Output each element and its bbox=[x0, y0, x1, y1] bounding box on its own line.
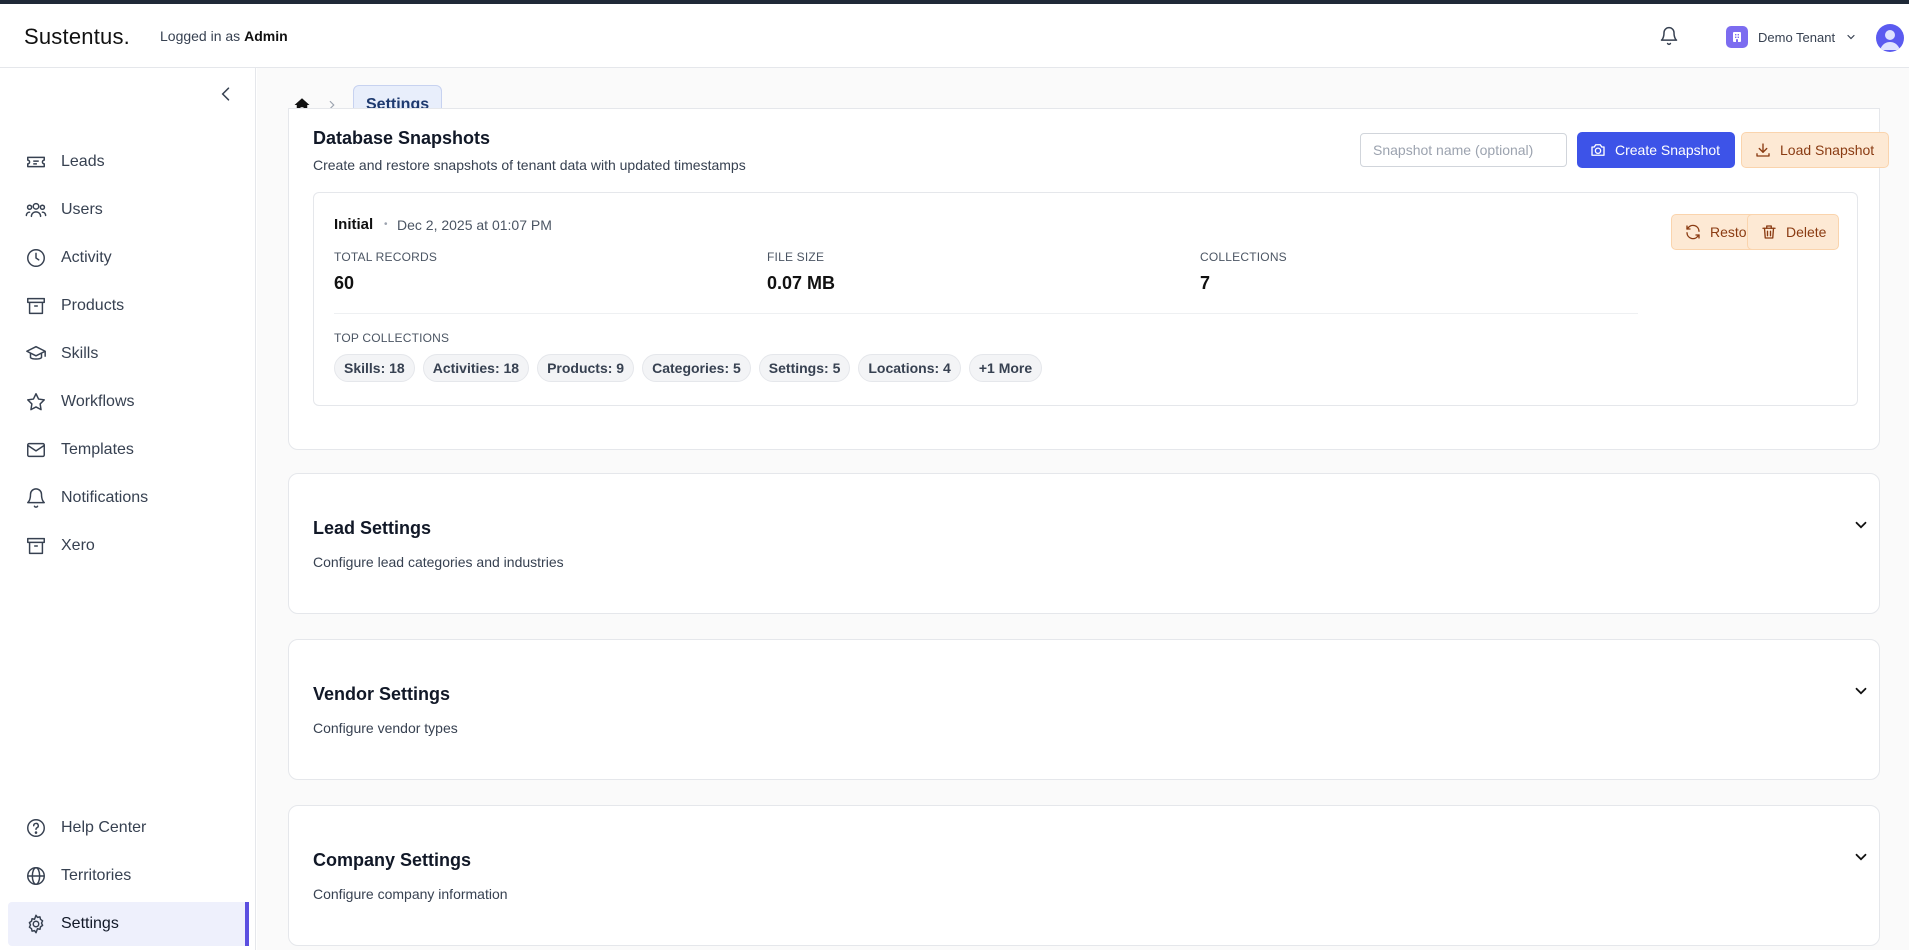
collection-chip: Skills: 18 bbox=[334, 354, 415, 382]
archive-icon bbox=[27, 537, 45, 555]
company-settings-title: Company Settings bbox=[313, 850, 472, 870]
sidebar-item-label: Templates bbox=[61, 441, 134, 458]
sidebar-item-label: Skills bbox=[61, 345, 99, 362]
snapshots-title: Database Snapshots bbox=[313, 128, 491, 148]
snapshot-date: Dec 2, 2025 at 01:07 PM bbox=[397, 217, 552, 233]
collection-chip: Locations: 4 bbox=[858, 354, 961, 382]
sidebar-item-users[interactable]: Users bbox=[8, 188, 248, 232]
sidebar-item-workflows[interactable]: Workflows bbox=[8, 380, 248, 424]
sidebar: Leads Users Activity Products Skills Wor… bbox=[0, 68, 256, 950]
stat-total-records-value: 60 bbox=[334, 273, 355, 293]
mail-icon bbox=[27, 442, 45, 458]
sidebar-item-territories[interactable]: Territories bbox=[8, 854, 248, 898]
graduation-cap-icon bbox=[26, 345, 46, 360]
sidebar-item-help-center[interactable]: Help Center bbox=[8, 806, 248, 850]
collection-chip: Categories: 5 bbox=[642, 354, 751, 382]
sidebar-item-label: Help Center bbox=[61, 819, 147, 836]
sidebar-item-label: Workflows bbox=[61, 393, 135, 410]
database-snapshots-card: Database Snapshots Create and restore sn… bbox=[288, 108, 1889, 450]
stat-collections-value: 7 bbox=[1200, 273, 1211, 293]
star-icon bbox=[27, 393, 45, 411]
lead-settings-title: Lead Settings bbox=[313, 518, 432, 538]
snapshot-divider bbox=[334, 313, 1638, 314]
users-icon bbox=[25, 202, 47, 218]
clock-icon bbox=[27, 249, 45, 267]
snapshot-item: Initial • Dec 2, 2025 at 01:07 PM TOTAL … bbox=[313, 192, 1858, 406]
sidebar-bottom-nav: Help Center Territories Settings bbox=[8, 806, 249, 950]
stat-total-records-label: TOTAL RECORDS bbox=[334, 250, 438, 264]
sidebar-nav: Leads Users Activity Products Skills Wor… bbox=[8, 140, 248, 572]
refresh-icon bbox=[1686, 224, 1700, 240]
building-icon bbox=[1726, 26, 1748, 48]
sidebar-item-xero[interactable]: Xero bbox=[8, 524, 248, 568]
sidebar-item-label: Settings bbox=[61, 915, 119, 932]
app-header: Sustentus. Logged in as Admin Demo Tenan… bbox=[0, 4, 1909, 68]
logged-in-user: Admin bbox=[244, 28, 288, 44]
sidebar-item-label: Leads bbox=[61, 153, 105, 170]
tenant-switcher[interactable]: Demo Tenant bbox=[1726, 24, 1857, 50]
sidebar-item-settings[interactable]: Settings bbox=[8, 902, 249, 946]
create-snapshot-label: Create Snapshot bbox=[1615, 142, 1721, 158]
snapshot-name: Initial bbox=[334, 216, 374, 233]
chevron-down-icon[interactable] bbox=[1852, 516, 1870, 534]
sidebar-item-skills[interactable]: Skills bbox=[8, 332, 248, 376]
sidebar-item-label: Xero bbox=[61, 537, 95, 554]
sidebar-item-label: Activity bbox=[61, 249, 112, 266]
collapse-sidebar-icon[interactable] bbox=[216, 84, 236, 104]
sidebar-item-activity[interactable]: Activity bbox=[8, 236, 248, 280]
load-snapshot-button[interactable]: Load Snapshot bbox=[1741, 132, 1889, 168]
lead-settings-subtitle: Configure lead categories and industries bbox=[313, 554, 564, 570]
delete-button[interactable]: Delete bbox=[1747, 214, 1840, 250]
sidebar-item-label: Notifications bbox=[61, 489, 149, 506]
gear-icon bbox=[28, 914, 44, 934]
sidebar-item-label: Territories bbox=[61, 867, 132, 884]
chevron-down-icon[interactable] bbox=[1852, 682, 1870, 700]
company-settings-card[interactable]: Company Settings Configure company infor… bbox=[288, 805, 1880, 946]
archive-icon bbox=[27, 297, 45, 315]
company-settings-subtitle: Configure company information bbox=[313, 886, 508, 902]
main-content: Settings Database Snapshots Create and r… bbox=[257, 68, 1909, 950]
sidebar-item-templates[interactable]: Templates bbox=[8, 428, 248, 472]
create-snapshot-button[interactable]: Create Snapshot bbox=[1577, 132, 1735, 168]
sidebar-item-label: Products bbox=[61, 297, 125, 314]
chevron-down-icon[interactable] bbox=[1852, 848, 1870, 866]
collection-chip: Settings: 5 bbox=[758, 354, 851, 382]
user-avatar[interactable] bbox=[1876, 24, 1904, 52]
load-snapshot-label: Load Snapshot bbox=[1780, 142, 1875, 158]
bell-icon bbox=[27, 488, 45, 508]
logged-in-prefix: Logged in as bbox=[160, 28, 241, 44]
snapshot-name-input[interactable]: Snapshot name (optional) bbox=[1360, 133, 1567, 167]
ticket-icon bbox=[27, 156, 45, 168]
more-collections-chip[interactable]: +1 More bbox=[968, 354, 1043, 382]
stat-file-size-value: 0.07 MB bbox=[767, 273, 836, 293]
vendor-settings-card[interactable]: Vendor Settings Configure vendor types bbox=[288, 639, 1880, 780]
vendor-settings-title: Vendor Settings bbox=[313, 684, 451, 704]
vendor-settings-subtitle: Configure vendor types bbox=[313, 720, 458, 736]
chevron-down-icon bbox=[1847, 34, 1855, 40]
sidebar-item-leads[interactable]: Leads bbox=[8, 140, 248, 184]
stat-collections-label: COLLECTIONS bbox=[1200, 250, 1287, 264]
collection-chip: Activities: 18 bbox=[422, 354, 530, 382]
lead-settings-card[interactable]: Lead Settings Configure lead categories … bbox=[288, 473, 1880, 614]
sidebar-item-products[interactable]: Products bbox=[8, 284, 248, 328]
app-logo[interactable]: Sustentus. bbox=[24, 24, 130, 50]
help-circle-icon bbox=[27, 819, 45, 837]
snapshot-separator: • bbox=[384, 219, 388, 230]
top-collections-label: TOP COLLECTIONS bbox=[334, 331, 450, 345]
delete-label: Delete bbox=[1786, 224, 1827, 240]
tenant-name: Demo Tenant bbox=[1758, 29, 1836, 45]
notification-bell-icon[interactable] bbox=[1659, 26, 1679, 46]
collection-chip: Products: 9 bbox=[537, 354, 635, 382]
trash-icon bbox=[1762, 225, 1776, 239]
sidebar-item-notifications[interactable]: Notifications bbox=[8, 476, 248, 520]
logged-in-text: Logged in as Admin bbox=[160, 28, 288, 44]
collection-chips: Skills: 18 Activities: 18 Products: 9 Ca… bbox=[334, 354, 1043, 382]
camera-icon bbox=[1591, 144, 1605, 156]
stat-file-size-label: FILE SIZE bbox=[767, 250, 825, 264]
globe-icon bbox=[27, 867, 45, 885]
snapshots-subtitle: Create and restore snapshots of tenant d… bbox=[313, 157, 746, 173]
download-icon bbox=[1756, 143, 1770, 157]
sidebar-item-label: Users bbox=[61, 201, 103, 218]
